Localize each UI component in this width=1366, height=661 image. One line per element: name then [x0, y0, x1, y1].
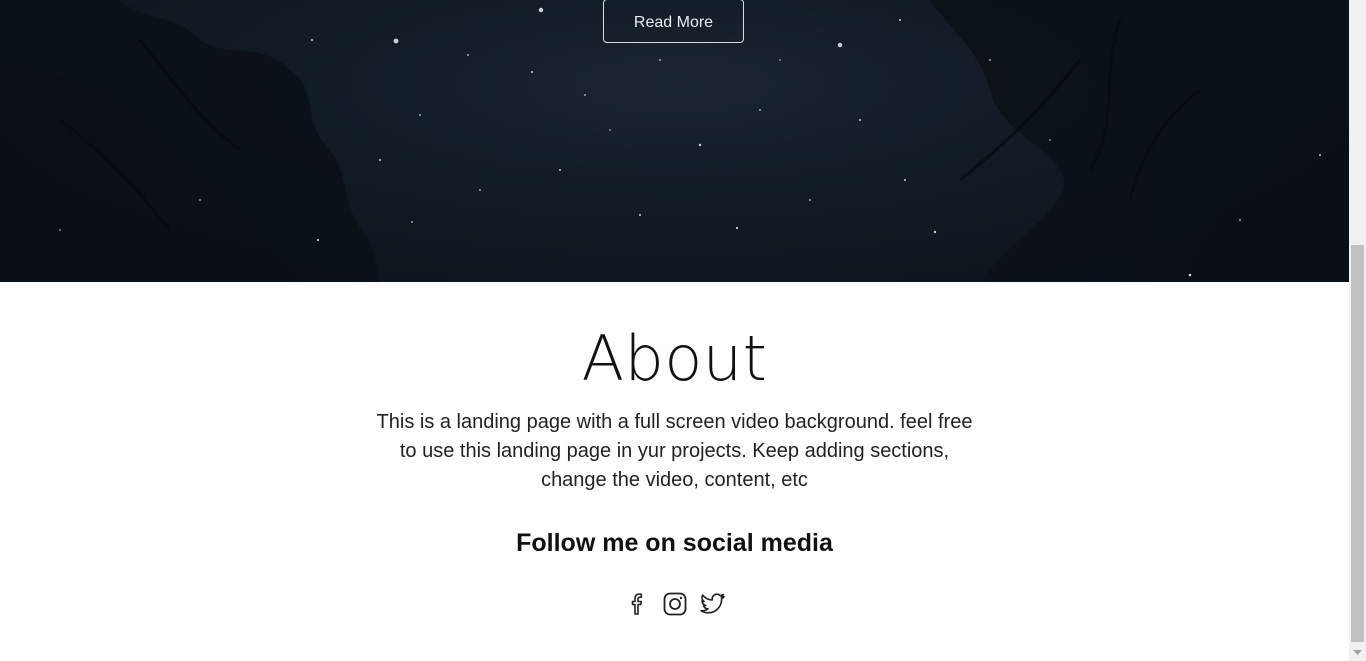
about-title: About: [581, 322, 768, 395]
follow-heading: Follow me on social media: [516, 529, 833, 557]
instagram-link[interactable]: [662, 591, 688, 617]
about-description: This is a landing page with a full scree…: [376, 411, 973, 491]
scrollbar-thumb[interactable]: [1351, 245, 1364, 642]
page: Read More About This is a landing page w…: [0, 0, 1366, 661]
scroll-down-arrow-icon[interactable]: [1349, 644, 1366, 661]
twitter-link[interactable]: [700, 591, 726, 617]
instagram-icon: [663, 592, 687, 616]
hero-video-section: Read More: [0, 0, 1349, 282]
social-links: [624, 589, 726, 619]
facebook-icon: [631, 593, 643, 615]
facebook-link[interactable]: [624, 591, 650, 617]
about-section: About This is a landing page with a full…: [0, 282, 1349, 661]
vertical-scrollbar[interactable]: [1349, 0, 1366, 661]
read-more-button[interactable]: Read More: [603, 0, 744, 43]
twitter-icon: [700, 593, 725, 614]
